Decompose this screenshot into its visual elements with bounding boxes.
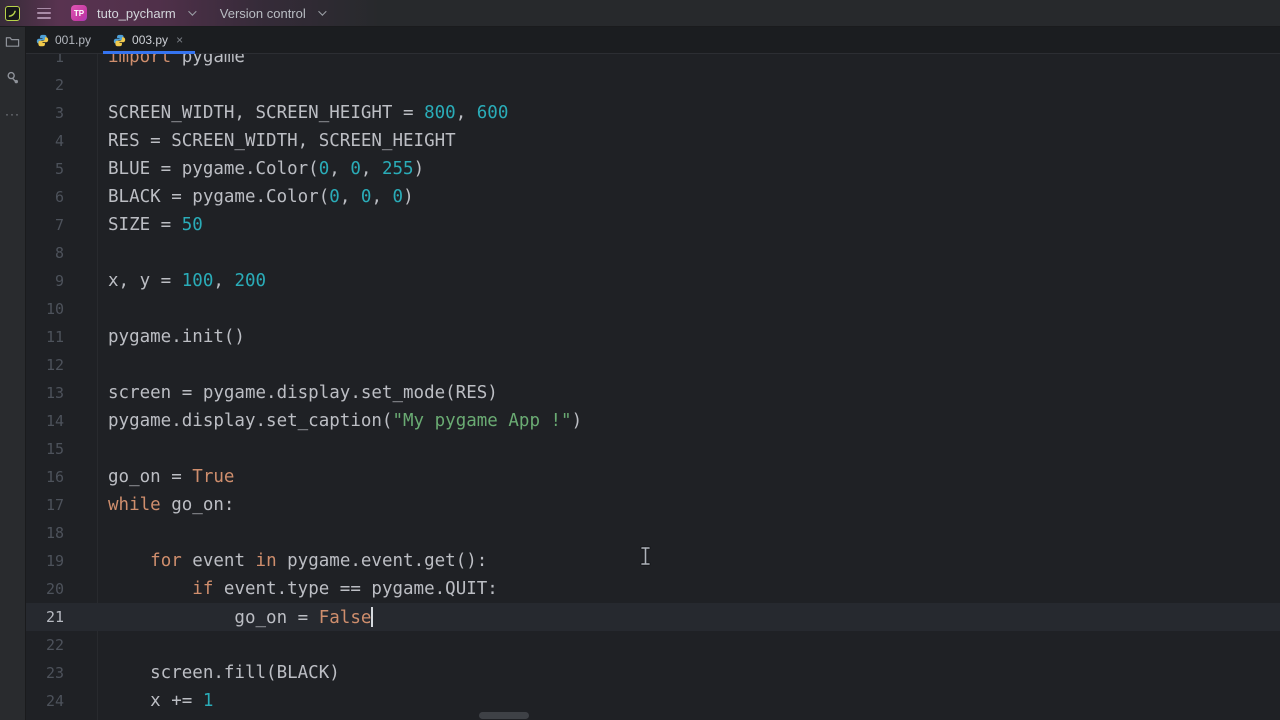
chevron-down-icon[interactable] (188, 7, 196, 15)
line-number[interactable]: 17 (26, 496, 64, 514)
code-editor[interactable]: 1import pygame23SCREEN_WIDTH, SCREEN_HEI… (26, 54, 1280, 720)
folder-icon[interactable] (5, 34, 20, 49)
code-line[interactable]: 7SIZE = 50 (26, 211, 1280, 239)
line-number[interactable]: 16 (26, 468, 64, 486)
line-number[interactable]: 9 (26, 272, 64, 290)
line-number[interactable]: 2 (26, 76, 64, 94)
line-number[interactable]: 15 (26, 440, 64, 458)
overlay-pill (479, 712, 529, 719)
code-text: x, y = 100, 200 (64, 271, 266, 291)
line-number[interactable]: 13 (26, 384, 64, 402)
code-text: screen.fill(BLACK) (64, 663, 340, 683)
more-tool-windows-icon[interactable]: ··· (5, 106, 20, 121)
code-text: SIZE = 50 (64, 215, 203, 235)
python-file-icon (113, 34, 126, 47)
line-number[interactable]: 8 (26, 244, 64, 262)
pycharm-logo-icon[interactable] (5, 6, 20, 21)
code-text: go_on = False (64, 607, 373, 628)
code-line[interactable]: 1import pygame (26, 54, 1280, 71)
line-number[interactable]: 11 (26, 328, 64, 346)
code-line[interactable]: 4RES = SCREEN_WIDTH, SCREEN_HEIGHT (26, 127, 1280, 155)
code-line[interactable]: 24 x += 1 (26, 687, 1280, 715)
line-number[interactable]: 14 (26, 412, 64, 430)
code-line[interactable]: 15 (26, 435, 1280, 463)
code-text: go_on = True (64, 467, 234, 487)
tab-bar: 001.py 003.py × (26, 27, 1280, 54)
project-badge[interactable]: TP (71, 5, 87, 21)
tab-label: 001.py (55, 33, 91, 47)
line-number[interactable]: 23 (26, 664, 64, 682)
mouse-ibeam-cursor (640, 546, 651, 571)
chevron-down-icon[interactable] (318, 7, 326, 15)
line-number[interactable]: 22 (26, 636, 64, 654)
tab-001py[interactable]: 001.py (26, 27, 103, 53)
code-line[interactable]: 17while go_on: (26, 491, 1280, 519)
line-number[interactable]: 12 (26, 356, 64, 374)
code-text: pygame.init() (64, 327, 245, 347)
code-line[interactable]: 18 (26, 519, 1280, 547)
code-text: for event in pygame.event.get(): (64, 551, 487, 571)
close-icon[interactable]: × (176, 34, 183, 46)
project-name[interactable]: tuto_pycharm (97, 6, 176, 21)
version-control-menu[interactable]: Version control (220, 6, 306, 21)
line-number[interactable]: 7 (26, 216, 64, 234)
line-number[interactable]: 1 (26, 54, 64, 66)
line-number[interactable]: 4 (26, 132, 64, 150)
code-line[interactable]: 3SCREEN_WIDTH, SCREEN_HEIGHT = 800, 600 (26, 99, 1280, 127)
code-text: BLACK = pygame.Color(0, 0, 0) (64, 187, 414, 207)
code-text: while go_on: (64, 495, 234, 515)
code-line[interactable]: 10 (26, 295, 1280, 323)
code-line[interactable]: 8 (26, 239, 1280, 267)
code-text: SCREEN_WIDTH, SCREEN_HEIGHT = 800, 600 (64, 103, 508, 123)
line-number[interactable]: 3 (26, 104, 64, 122)
tab-label: 003.py (132, 33, 168, 47)
tab-003py[interactable]: 003.py × (103, 27, 195, 53)
main-menu-icon[interactable] (37, 8, 51, 19)
code-line[interactable]: 22 (26, 631, 1280, 659)
code-area: 1import pygame23SCREEN_WIDTH, SCREEN_HEI… (26, 54, 1280, 715)
code-text: import pygame (64, 54, 245, 67)
line-number[interactable]: 10 (26, 300, 64, 318)
code-line[interactable]: 9x, y = 100, 200 (26, 267, 1280, 295)
main-toolbar: TP tuto_pycharm Version control (0, 0, 1280, 27)
code-line[interactable]: 5BLUE = pygame.Color(0, 0, 255) (26, 155, 1280, 183)
code-text: x += 1 (64, 691, 213, 711)
line-number[interactable]: 19 (26, 552, 64, 570)
commit-icon[interactable] (5, 70, 20, 85)
code-line[interactable]: 20 if event.type == pygame.QUIT: (26, 575, 1280, 603)
code-line[interactable]: 13screen = pygame.display.set_mode(RES) (26, 379, 1280, 407)
code-line[interactable]: 21 go_on = False (26, 603, 1280, 631)
code-text: pygame.display.set_caption("My pygame Ap… (64, 411, 582, 431)
line-number[interactable]: 20 (26, 580, 64, 598)
code-text: if event.type == pygame.QUIT: (64, 579, 498, 599)
line-number[interactable]: 18 (26, 524, 64, 542)
code-line[interactable]: 14pygame.display.set_caption("My pygame … (26, 407, 1280, 435)
python-file-icon (36, 34, 49, 47)
text-caret (371, 607, 373, 627)
code-line[interactable]: 12 (26, 351, 1280, 379)
code-text: BLUE = pygame.Color(0, 0, 255) (64, 159, 424, 179)
code-line[interactable]: 11pygame.init() (26, 323, 1280, 351)
code-line[interactable]: 2 (26, 71, 1280, 99)
code-line[interactable]: 23 screen.fill(BLACK) (26, 659, 1280, 687)
code-text: screen = pygame.display.set_mode(RES) (64, 383, 498, 403)
line-number[interactable]: 21 (26, 608, 64, 626)
code-line[interactable]: 19 for event in pygame.event.get(): (26, 547, 1280, 575)
code-text: RES = SCREEN_WIDTH, SCREEN_HEIGHT (64, 131, 456, 151)
line-number[interactable]: 24 (26, 692, 64, 710)
code-line[interactable]: 16go_on = True (26, 463, 1280, 491)
code-line[interactable]: 6BLACK = pygame.Color(0, 0, 0) (26, 183, 1280, 211)
line-number[interactable]: 5 (26, 160, 64, 178)
tool-window-rail: ··· (0, 27, 26, 720)
line-number[interactable]: 6 (26, 188, 64, 206)
